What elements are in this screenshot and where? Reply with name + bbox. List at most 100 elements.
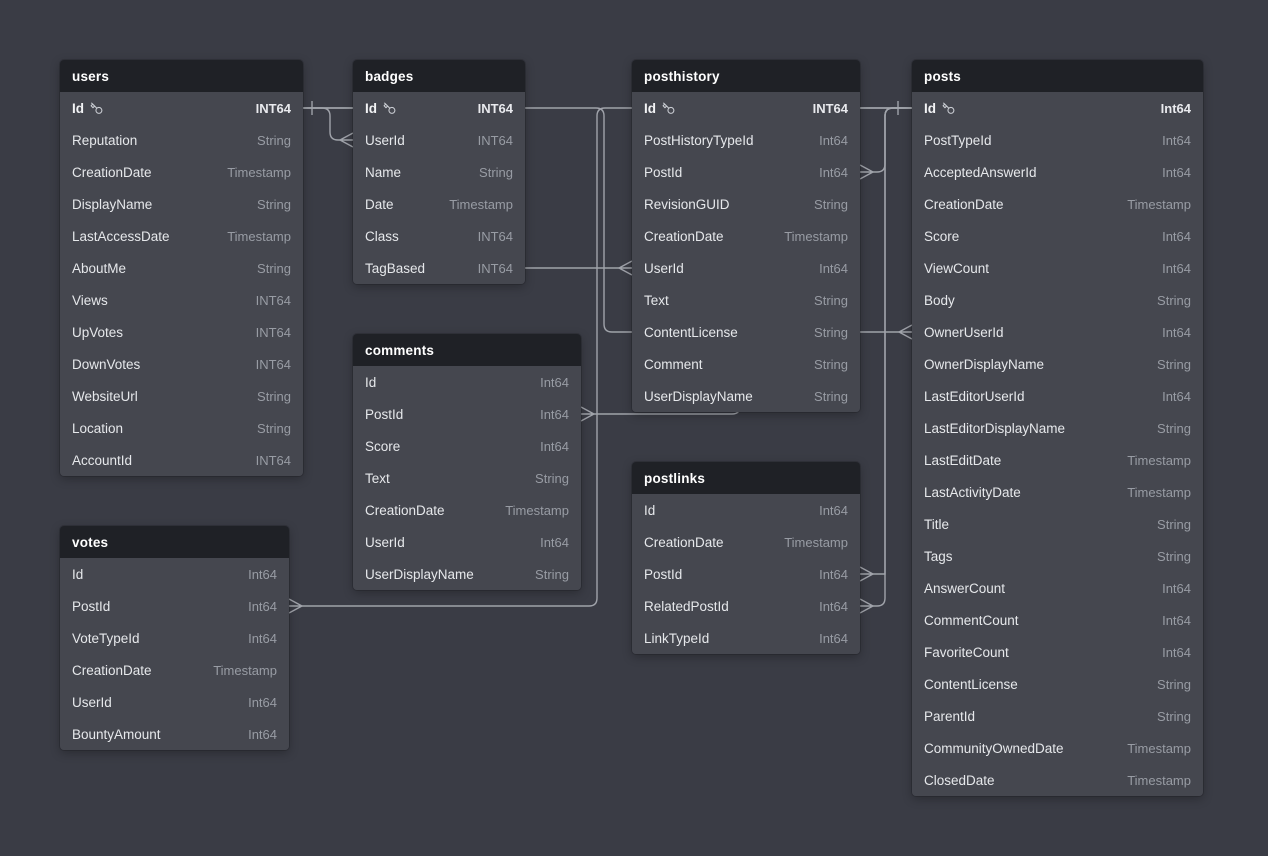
- field-row-postlinks-linktypeid[interactable]: LinkTypeIdInt64: [632, 622, 860, 654]
- field-row-posts-lastactivitydate[interactable]: LastActivityDateTimestamp: [912, 476, 1203, 508]
- field-row-posts-acceptedanswerid[interactable]: AcceptedAnswerIdInt64: [912, 156, 1203, 188]
- field-row-posthistory-creationdate[interactable]: CreationDateTimestamp: [632, 220, 860, 252]
- field-row-comments-postid[interactable]: PostIdInt64: [353, 398, 581, 430]
- table-node-posthistory[interactable]: posthistoryIdINT64PostHistoryTypeIdInt64…: [632, 60, 860, 412]
- field-row-votes-votetypeid[interactable]: VoteTypeIdInt64: [60, 622, 289, 654]
- field-row-posts-tags[interactable]: TagsString: [912, 540, 1203, 572]
- field-name-wrap: Id: [365, 375, 376, 390]
- field-row-posthistory-posthistorytypeid[interactable]: PostHistoryTypeIdInt64: [632, 124, 860, 156]
- field-name-wrap: Views: [72, 293, 108, 308]
- field-name-wrap: LastAccessDate: [72, 229, 170, 244]
- table-node-postlinks[interactable]: postlinksIdInt64CreationDateTimestampPos…: [632, 462, 860, 654]
- field-row-posts-viewcount[interactable]: ViewCountInt64: [912, 252, 1203, 284]
- table-title: votes: [72, 535, 108, 550]
- field-row-posts-contentlicense[interactable]: ContentLicenseString: [912, 668, 1203, 700]
- field-type: String: [479, 165, 513, 180]
- field-row-posts-lasteditordisplayname[interactable]: LastEditorDisplayNameString: [912, 412, 1203, 444]
- field-row-badges-class[interactable]: ClassINT64: [353, 220, 525, 252]
- table-header-posthistory[interactable]: posthistory: [632, 60, 860, 92]
- field-name-wrap: Reputation: [72, 133, 137, 148]
- field-row-posthistory-contentlicense[interactable]: ContentLicenseString: [632, 316, 860, 348]
- table-header-postlinks[interactable]: postlinks: [632, 462, 860, 494]
- field-row-posthistory-userdisplayname[interactable]: UserDisplayNameString: [632, 380, 860, 412]
- table-node-comments[interactable]: commentsIdInt64PostIdInt64ScoreInt64Text…: [353, 334, 581, 590]
- relationship-edge-postlinks-PostId[interactable]: [860, 108, 912, 581]
- field-row-comments-userid[interactable]: UserIdInt64: [353, 526, 581, 558]
- field-row-postlinks-relatedpostid[interactable]: RelatedPostIdInt64: [632, 590, 860, 622]
- field-row-posts-closeddate[interactable]: ClosedDateTimestamp: [912, 764, 1203, 796]
- field-row-users-aboutme[interactable]: AboutMeString: [60, 252, 303, 284]
- field-name: Id: [644, 101, 656, 116]
- field-row-posts-body[interactable]: BodyString: [912, 284, 1203, 316]
- field-row-votes-bountyamount[interactable]: BountyAmountInt64: [60, 718, 289, 750]
- field-row-posts-communityowneddate[interactable]: CommunityOwnedDateTimestamp: [912, 732, 1203, 764]
- field-row-postlinks-creationdate[interactable]: CreationDateTimestamp: [632, 526, 860, 558]
- field-row-postlinks-id[interactable]: IdInt64: [632, 494, 860, 526]
- field-row-posts-favoritecount[interactable]: FavoriteCountInt64: [912, 636, 1203, 668]
- field-row-users-displayname[interactable]: DisplayNameString: [60, 188, 303, 220]
- field-row-posts-answercount[interactable]: AnswerCountInt64: [912, 572, 1203, 604]
- field-row-comments-id[interactable]: IdInt64: [353, 366, 581, 398]
- field-row-users-id[interactable]: IdINT64: [60, 92, 303, 124]
- field-row-users-creationdate[interactable]: CreationDateTimestamp: [60, 156, 303, 188]
- field-row-posts-lasteditoruserid[interactable]: LastEditorUserIdInt64: [912, 380, 1203, 412]
- field-row-comments-score[interactable]: ScoreInt64: [353, 430, 581, 462]
- field-row-votes-id[interactable]: IdInt64: [60, 558, 289, 590]
- field-row-badges-name[interactable]: NameString: [353, 156, 525, 188]
- field-row-comments-creationdate[interactable]: CreationDateTimestamp: [353, 494, 581, 526]
- field-name-wrap: Id: [644, 101, 675, 116]
- field-row-votes-creationdate[interactable]: CreationDateTimestamp: [60, 654, 289, 686]
- field-row-users-lastaccessdate[interactable]: LastAccessDateTimestamp: [60, 220, 303, 252]
- table-node-users[interactable]: usersIdINT64ReputationStringCreationDate…: [60, 60, 303, 476]
- diagram-canvas[interactable]: usersIdINT64ReputationStringCreationDate…: [0, 0, 1268, 856]
- table-header-votes[interactable]: votes: [60, 526, 289, 558]
- field-row-votes-postid[interactable]: PostIdInt64: [60, 590, 289, 622]
- table-node-votes[interactable]: votes IdInt64PostIdInt64VoteTypeIdInt64Cr…: [60, 526, 289, 750]
- field-row-posts-parentid[interactable]: ParentIdString: [912, 700, 1203, 732]
- field-row-posthistory-userid[interactable]: UserIdInt64: [632, 252, 860, 284]
- field-row-users-reputation[interactable]: ReputationString: [60, 124, 303, 156]
- field-row-posthistory-comment[interactable]: CommentString: [632, 348, 860, 380]
- field-row-posthistory-id[interactable]: IdINT64: [632, 92, 860, 124]
- field-row-posts-id[interactable]: IdInt64: [912, 92, 1203, 124]
- table-header-users[interactable]: users: [60, 60, 303, 92]
- field-row-posthistory-postid[interactable]: PostIdInt64: [632, 156, 860, 188]
- table-body: IdInt64CreationDateTimestampPostIdInt64R…: [632, 494, 860, 654]
- field-row-posts-commentcount[interactable]: CommentCountInt64: [912, 604, 1203, 636]
- field-name: ContentLicense: [924, 677, 1018, 692]
- field-row-badges-tagbased[interactable]: TagBasedINT64: [353, 252, 525, 284]
- field-row-users-websiteurl[interactable]: WebsiteUrlString: [60, 380, 303, 412]
- table-header-comments[interactable]: comments: [353, 334, 581, 366]
- field-name-wrap: PostId: [365, 407, 403, 422]
- field-row-posts-owneruserid[interactable]: OwnerUserIdInt64: [912, 316, 1203, 348]
- table-header-posts[interactable]: posts: [912, 60, 1203, 92]
- field-row-badges-userid[interactable]: UserIdINT64: [353, 124, 525, 156]
- field-row-posts-ownerdisplayname[interactable]: OwnerDisplayNameString: [912, 348, 1203, 380]
- field-row-users-views[interactable]: ViewsINT64: [60, 284, 303, 316]
- field-row-posts-posttypeid[interactable]: PostTypeIdInt64: [912, 124, 1203, 156]
- field-row-posts-creationdate[interactable]: CreationDateTimestamp: [912, 188, 1203, 220]
- field-row-users-upvotes[interactable]: UpVotesINT64: [60, 316, 303, 348]
- table-node-badges[interactable]: badgesIdINT64UserIdINT64NameStringDateTi…: [353, 60, 525, 284]
- field-row-posthistory-text[interactable]: TextString: [632, 284, 860, 316]
- relationship-edge-postlinks-RelatedPostId[interactable]: [860, 108, 912, 613]
- field-row-posthistory-revisionguid[interactable]: RevisionGUIDString: [632, 188, 860, 220]
- field-name-wrap: ContentLicense: [924, 677, 1018, 692]
- field-row-posts-score[interactable]: ScoreInt64: [912, 220, 1203, 252]
- table-node-posts[interactable]: postsIdInt64PostTypeIdInt64AcceptedAnswe…: [912, 60, 1203, 796]
- field-row-comments-userdisplayname[interactable]: UserDisplayNameString: [353, 558, 581, 590]
- field-row-badges-date[interactable]: DateTimestamp: [353, 188, 525, 220]
- field-row-users-downvotes[interactable]: DownVotesINT64: [60, 348, 303, 380]
- field-row-postlinks-postid[interactable]: PostIdInt64: [632, 558, 860, 590]
- field-row-comments-text[interactable]: TextString: [353, 462, 581, 494]
- field-row-posts-lasteditdate[interactable]: LastEditDateTimestamp: [912, 444, 1203, 476]
- field-row-users-location[interactable]: LocationString: [60, 412, 303, 444]
- field-row-users-accountid[interactable]: AccountIdINT64: [60, 444, 303, 476]
- field-name-wrap: TagBased: [365, 261, 425, 276]
- field-name: UserId: [644, 261, 684, 276]
- field-type: Int64: [819, 165, 848, 180]
- field-row-badges-id[interactable]: IdINT64: [353, 92, 525, 124]
- table-header-badges[interactable]: badges: [353, 60, 525, 92]
- field-row-votes-userid[interactable]: UserIdInt64: [60, 686, 289, 718]
- field-row-posts-title[interactable]: TitleString: [912, 508, 1203, 540]
